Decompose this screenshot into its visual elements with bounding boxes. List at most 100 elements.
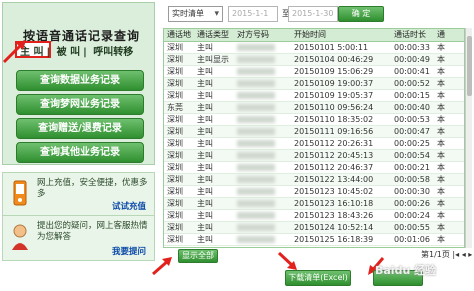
cell-duration: 00:00:47	[391, 125, 434, 138]
cell-duration: 00:00:24	[391, 209, 434, 222]
cell-other-number	[234, 125, 291, 138]
table-row: 深圳 主叫 20150112 20:45:13 00:00:54 本	[164, 149, 464, 162]
redacted-number	[237, 223, 275, 231]
ask-question-link[interactable]: 我要提问	[112, 245, 146, 257]
data-business-button[interactable]: 查询数据业务记录	[16, 70, 144, 91]
table-row: 深圳 主叫 20150123 18:43:26 00:00:24 本	[164, 209, 464, 222]
cell-location: 深圳	[164, 209, 194, 222]
recharge-phone-icon	[13, 180, 27, 206]
cell-start-time: 20150109 19:05:37	[291, 89, 391, 102]
cell-extra: 本	[434, 65, 464, 78]
table-row: 深圳 主叫 20150122 13:44:00 00:00:58 本	[164, 173, 464, 186]
redacted-number	[237, 103, 275, 111]
cell-start-time: 20150112 20:45:13	[291, 149, 391, 162]
cell-location: 深圳	[164, 233, 194, 246]
red-arrow-icon	[2, 40, 26, 64]
table-row: 深圳 主叫 20150110 18:35:02 00:00:53 本	[164, 113, 464, 126]
page-root: 按语音通话记录查询 主 叫 | 被 叫 | 呼叫转移 查询数据业务记录 查询梦网业务…	[0, 0, 474, 291]
gift-refund-button[interactable]: 查询赠送/退费记录	[16, 118, 144, 139]
main-panel: 实时清单 2015-1-1 至 2015-1-30 确 定 通话地 通话类型 对…	[163, 2, 474, 289]
prev-page-icon[interactable]: ◂	[462, 250, 466, 259]
service-promo: 提出您的疑问，网上客服热情为您解答 我要提问	[2, 215, 155, 261]
table-row: 深圳 主叫 20150109 15:06:29 00:00:41 本	[164, 65, 464, 78]
cell-extra: 本	[434, 173, 464, 186]
cell-extra: 本	[434, 101, 464, 114]
redacted-number	[237, 43, 275, 51]
redacted-number	[237, 139, 275, 147]
cell-location: 深圳	[164, 221, 194, 234]
cell-call-type: 主叫	[194, 113, 234, 126]
redacted-number	[237, 235, 275, 243]
cell-location: 深圳	[164, 137, 194, 150]
cell-start-time: 20150104 00:46:29	[291, 53, 391, 66]
table-row: 深圳 主叫显示 20150104 00:46:29 00:00:49 本	[164, 53, 464, 66]
cell-other-number	[234, 137, 291, 150]
cell-location: 深圳	[164, 197, 194, 210]
next-page-icon[interactable]: ▸	[468, 250, 472, 259]
col-header-other-number: 对方号码	[234, 29, 291, 42]
cell-other-number	[234, 149, 291, 162]
cell-call-type: 主叫	[194, 89, 234, 102]
col-header-duration: 通话时长	[391, 29, 434, 42]
cell-call-type: 主叫	[194, 41, 234, 54]
cell-extra: 本	[434, 125, 464, 138]
cell-location: 深圳	[164, 173, 194, 186]
redacted-number	[237, 67, 275, 75]
redacted-number	[237, 199, 275, 207]
start-date-input[interactable]: 2015-1-1	[228, 6, 278, 22]
col-header-location: 通话地	[164, 29, 194, 42]
table-scrollbar[interactable]	[465, 28, 472, 248]
recharge-promo: 网上充值，安全便捷，优惠多多 试试充值	[2, 172, 155, 216]
end-date-input[interactable]: 2015-1-30	[288, 6, 338, 22]
cell-start-time: 20150123 10:45:02	[291, 185, 391, 198]
table-row: 深圳 主叫 20150109 19:05:37 00:00:15 本	[164, 89, 464, 102]
try-recharge-link[interactable]: 试试充值	[112, 200, 146, 212]
watermark-text: Baidu 经验	[375, 264, 437, 277]
confirm-button[interactable]: 确 定	[338, 6, 384, 22]
cell-duration: 00:00:49	[391, 53, 434, 66]
cell-start-time: 20150111 09:16:56	[291, 125, 391, 138]
monternet-business-button[interactable]: 查询梦网业务记录	[16, 94, 144, 115]
first-page-icon[interactable]: |◂	[452, 250, 459, 259]
cell-extra: 本	[434, 209, 464, 222]
cell-location: 深圳	[164, 65, 194, 78]
other-business-button[interactable]: 查询其他业务记录	[16, 142, 144, 163]
cell-call-type: 主叫	[194, 101, 234, 114]
cell-extra: 本	[434, 161, 464, 174]
cell-call-type: 主叫	[194, 197, 234, 210]
show-all-button[interactable]: 显示全部	[178, 249, 218, 263]
redacted-number	[237, 187, 275, 195]
cell-extra: 本	[434, 53, 464, 66]
cell-extra: 本	[434, 89, 464, 102]
cell-other-number	[234, 65, 291, 78]
col-header-start-time: 开始时间	[291, 29, 391, 42]
cell-location: 深圳	[164, 125, 194, 138]
table-row: 深圳 主叫 20150123 16:10:18 00:00:26 本	[164, 197, 464, 210]
scroll-thumb[interactable]	[467, 36, 472, 96]
call-records-table: 通话地 通话类型 对方号码 开始时间 通话时长 通 深圳 主叫 20150101 5…	[163, 28, 465, 248]
cell-start-time: 20150123 16:10:18	[291, 197, 391, 210]
redacted-number	[237, 127, 275, 135]
table-row: 深圳 主叫 20150101 5:00:11 00:00:33 本	[164, 41, 464, 54]
redacted-number	[237, 211, 275, 219]
cell-extra: 本	[434, 197, 464, 210]
mode-callee[interactable]: 被 叫	[57, 47, 80, 58]
cell-duration: 00:00:52	[391, 77, 434, 90]
cell-start-time: 20150123 18:43:26	[291, 209, 391, 222]
cell-extra: 本	[434, 233, 464, 246]
col-header-extra: 通	[434, 29, 464, 42]
mode-forward[interactable]: 呼叫转移	[93, 47, 133, 58]
cell-other-number	[234, 173, 291, 186]
cell-call-type: 主叫	[194, 65, 234, 78]
download-excel-button[interactable]: 下载清单(Excel)	[285, 270, 351, 286]
recharge-promo-text: 网上充值，安全便捷，优惠多多	[37, 178, 148, 199]
service-agent-icon	[12, 224, 28, 250]
cell-duration: 00:00:41	[391, 65, 434, 78]
cell-start-time: 20150112 20:46:37	[291, 161, 391, 174]
query-menu-panel: 按语音通话记录查询 主 叫 | 被 叫 | 呼叫转移 查询数据业务记录 查询梦网业务…	[2, 2, 155, 165]
cell-start-time: 20150124 10:52:14	[291, 221, 391, 234]
bill-type-select[interactable]: 实时清单	[168, 6, 223, 22]
table-row: 深圳 主叫 20150112 20:26:31 00:00:25 本	[164, 137, 464, 150]
cell-location: 东莞	[164, 101, 194, 114]
cell-location: 深圳	[164, 41, 194, 54]
